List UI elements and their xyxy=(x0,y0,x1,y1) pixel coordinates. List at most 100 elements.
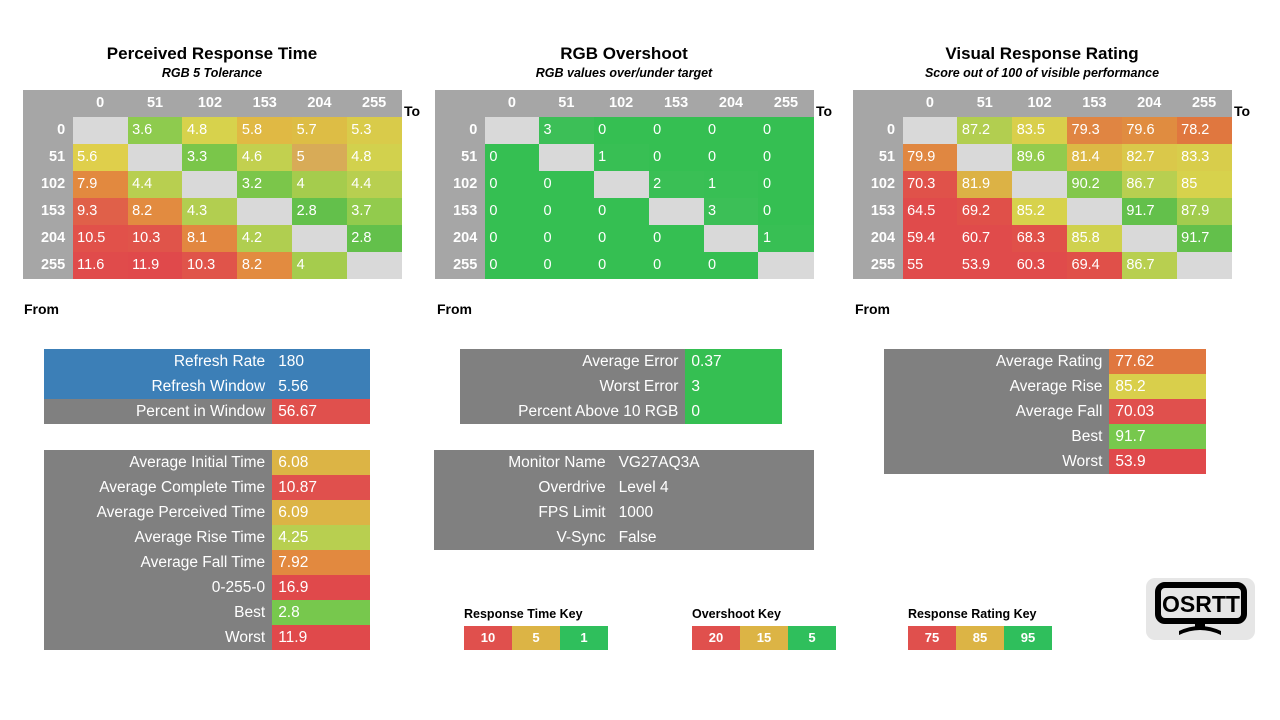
summary-value: 70.03 xyxy=(1109,399,1206,424)
matrix-cell: 0 xyxy=(484,170,540,198)
summary-key: Percent in Window xyxy=(44,399,273,424)
matrix-corner xyxy=(434,89,485,117)
summary-value: 77.62 xyxy=(1109,349,1206,374)
response-time-summary-table: Average Initial Time 6.08 Average Complete… xyxy=(44,450,370,650)
overshoot-summary-box: Average Error 0.37 Worst Error 3 Percent Abo… xyxy=(460,349,782,424)
matrix-row: 102 7.9 4.4 3.2 4 4.4 xyxy=(22,170,402,198)
row-header-0: 0 xyxy=(434,116,485,144)
matrix-cell-diagonal xyxy=(292,224,347,252)
summary-value: 2.8 xyxy=(272,600,370,625)
matrix-cell: 91.7 xyxy=(1121,197,1177,225)
summary-row: Overdrive Level 4 xyxy=(434,475,814,500)
axis-label-from: From xyxy=(855,301,890,317)
summary-key: Percent Above 10 RGB xyxy=(460,399,686,424)
col-header-255: 255 xyxy=(346,89,402,117)
col-header-255: 255 xyxy=(1176,89,1232,117)
matrix-cell: 64.5 xyxy=(902,197,958,225)
matrix-cell: 11.6 xyxy=(72,251,128,279)
row-header-204: 204 xyxy=(22,224,73,252)
matrix-row: 204 0 0 0 0 1 xyxy=(434,224,814,252)
summary-value: 0.37 xyxy=(685,349,782,374)
matrix-cell: 3 xyxy=(539,116,594,144)
matrix-cell: 0 xyxy=(484,224,540,252)
matrix-cell: 69.2 xyxy=(957,197,1013,225)
refresh-summary-table: Refresh Rate 180 Refresh Window 5.56 Percent… xyxy=(44,349,370,424)
panel-title: Visual Response Rating xyxy=(945,44,1139,63)
matrix-cell: 83.5 xyxy=(1012,116,1067,144)
summary-value: 16.9 xyxy=(272,575,370,600)
summary-key: Average Rise Time xyxy=(44,525,273,550)
matrix-cell: 4.8 xyxy=(182,116,238,144)
row-header-51: 51 xyxy=(852,143,903,171)
key-stop: 20 xyxy=(692,626,740,650)
matrix-cell: 90.2 xyxy=(1067,170,1122,198)
summary-row: Refresh Rate 180 xyxy=(44,349,370,374)
row-header-255: 255 xyxy=(22,251,73,279)
summary-key: Average Fall xyxy=(884,399,1110,424)
key-title: Response Time Key xyxy=(464,607,583,621)
matrix-cell: 82.7 xyxy=(1121,143,1177,171)
summary-key: Monitor Name xyxy=(434,450,613,475)
matrix-cell: 11.9 xyxy=(127,251,183,279)
monitor-icon: OSRTT xyxy=(1154,582,1247,635)
row-header-102: 102 xyxy=(852,170,903,198)
matrix-cell: 8.2 xyxy=(237,251,293,279)
summary-row: 0-255-0 16.9 xyxy=(44,575,370,600)
matrix-cell: 60.3 xyxy=(1012,251,1067,279)
matrix-cell: 0 xyxy=(484,197,540,225)
matrix-cell: 0 xyxy=(593,116,649,144)
matrix-cell: 4.8 xyxy=(346,143,402,171)
summary-row: Average Fall Time 7.92 xyxy=(44,550,370,575)
axis-label-to: To xyxy=(816,103,833,119)
axis-label-to: To xyxy=(404,103,421,119)
summary-row: Best 91.7 xyxy=(884,424,1206,449)
summary-value: VG27AQ3A xyxy=(612,450,814,475)
matrix-cell: 85 xyxy=(1176,170,1232,198)
summary-row: Average Rating 77.62 xyxy=(884,349,1206,374)
matrix-cell: 10.5 xyxy=(72,224,128,252)
summary-value: 3 xyxy=(685,374,782,399)
report-canvas: Perceived Response Time RGB 5 Tolerance … xyxy=(0,0,1280,720)
matrix-row: 51 0 1 0 0 0 xyxy=(434,143,814,171)
summary-row: Average Rise 85.2 xyxy=(884,374,1206,399)
matrix-cell: 3.3 xyxy=(182,143,238,171)
col-header-204: 204 xyxy=(1121,89,1177,117)
summary-key: Worst xyxy=(44,625,273,650)
matrix-cell: 0 xyxy=(484,251,540,279)
matrix-cell: 0 xyxy=(758,143,814,171)
summary-value: 91.7 xyxy=(1109,424,1206,449)
panel-title: Perceived Response Time xyxy=(106,44,318,63)
key-title: Response Rating Key xyxy=(908,607,1037,621)
matrix-cell: 85.8 xyxy=(1067,224,1122,252)
summary-row: Average Initial Time 6.08 xyxy=(44,450,370,475)
summary-value: 56.67 xyxy=(272,399,370,424)
matrix-cell-diagonal xyxy=(72,116,128,144)
row-header-51: 51 xyxy=(434,143,485,171)
key-stop: 15 xyxy=(740,626,788,650)
summary-key: Overdrive xyxy=(434,475,613,500)
summary-value: 0 xyxy=(685,399,782,424)
summary-value: Level 4 xyxy=(612,475,814,500)
matrix-cell: 4.2 xyxy=(237,224,293,252)
col-header-51: 51 xyxy=(539,89,594,117)
monitor-info-table: Monitor Name VG27AQ3A Overdrive Level 4 FPS … xyxy=(434,450,814,550)
summary-row: V-Sync False xyxy=(434,525,814,550)
matrix-cell: 0 xyxy=(703,116,759,144)
matrix-cell: 0 xyxy=(648,224,704,252)
matrix-row: 204 10.5 10.3 8.1 4.2 2.8 xyxy=(22,224,402,252)
summary-row: Average Perceived Time 6.09 xyxy=(44,500,370,525)
key-gradient-bars: 75 85 95 xyxy=(908,626,1052,650)
axis-label-from: From xyxy=(24,301,59,317)
summary-key: Refresh Rate xyxy=(44,349,273,374)
col-header-0: 0 xyxy=(484,89,540,117)
matrix-header-row: 0 51 102 153 204 255 xyxy=(22,89,402,117)
heatmap-table: 0 51 102 153 204 255 0 3 0 0 0 0 51 0 1 0 0 0 102 0 0 2 1 0 153 0… xyxy=(434,89,814,279)
summary-row: Percent in Window 56.67 xyxy=(44,399,370,424)
matrix-cell: 68.3 xyxy=(1012,224,1067,252)
matrix-cell-diagonal xyxy=(957,143,1013,171)
key-stop: 85 xyxy=(956,626,1004,650)
matrix-cell: 55 xyxy=(902,251,958,279)
matrix-cell: 1 xyxy=(593,143,649,171)
summary-key: Average Perceived Time xyxy=(44,500,273,525)
col-header-0: 0 xyxy=(902,89,958,117)
